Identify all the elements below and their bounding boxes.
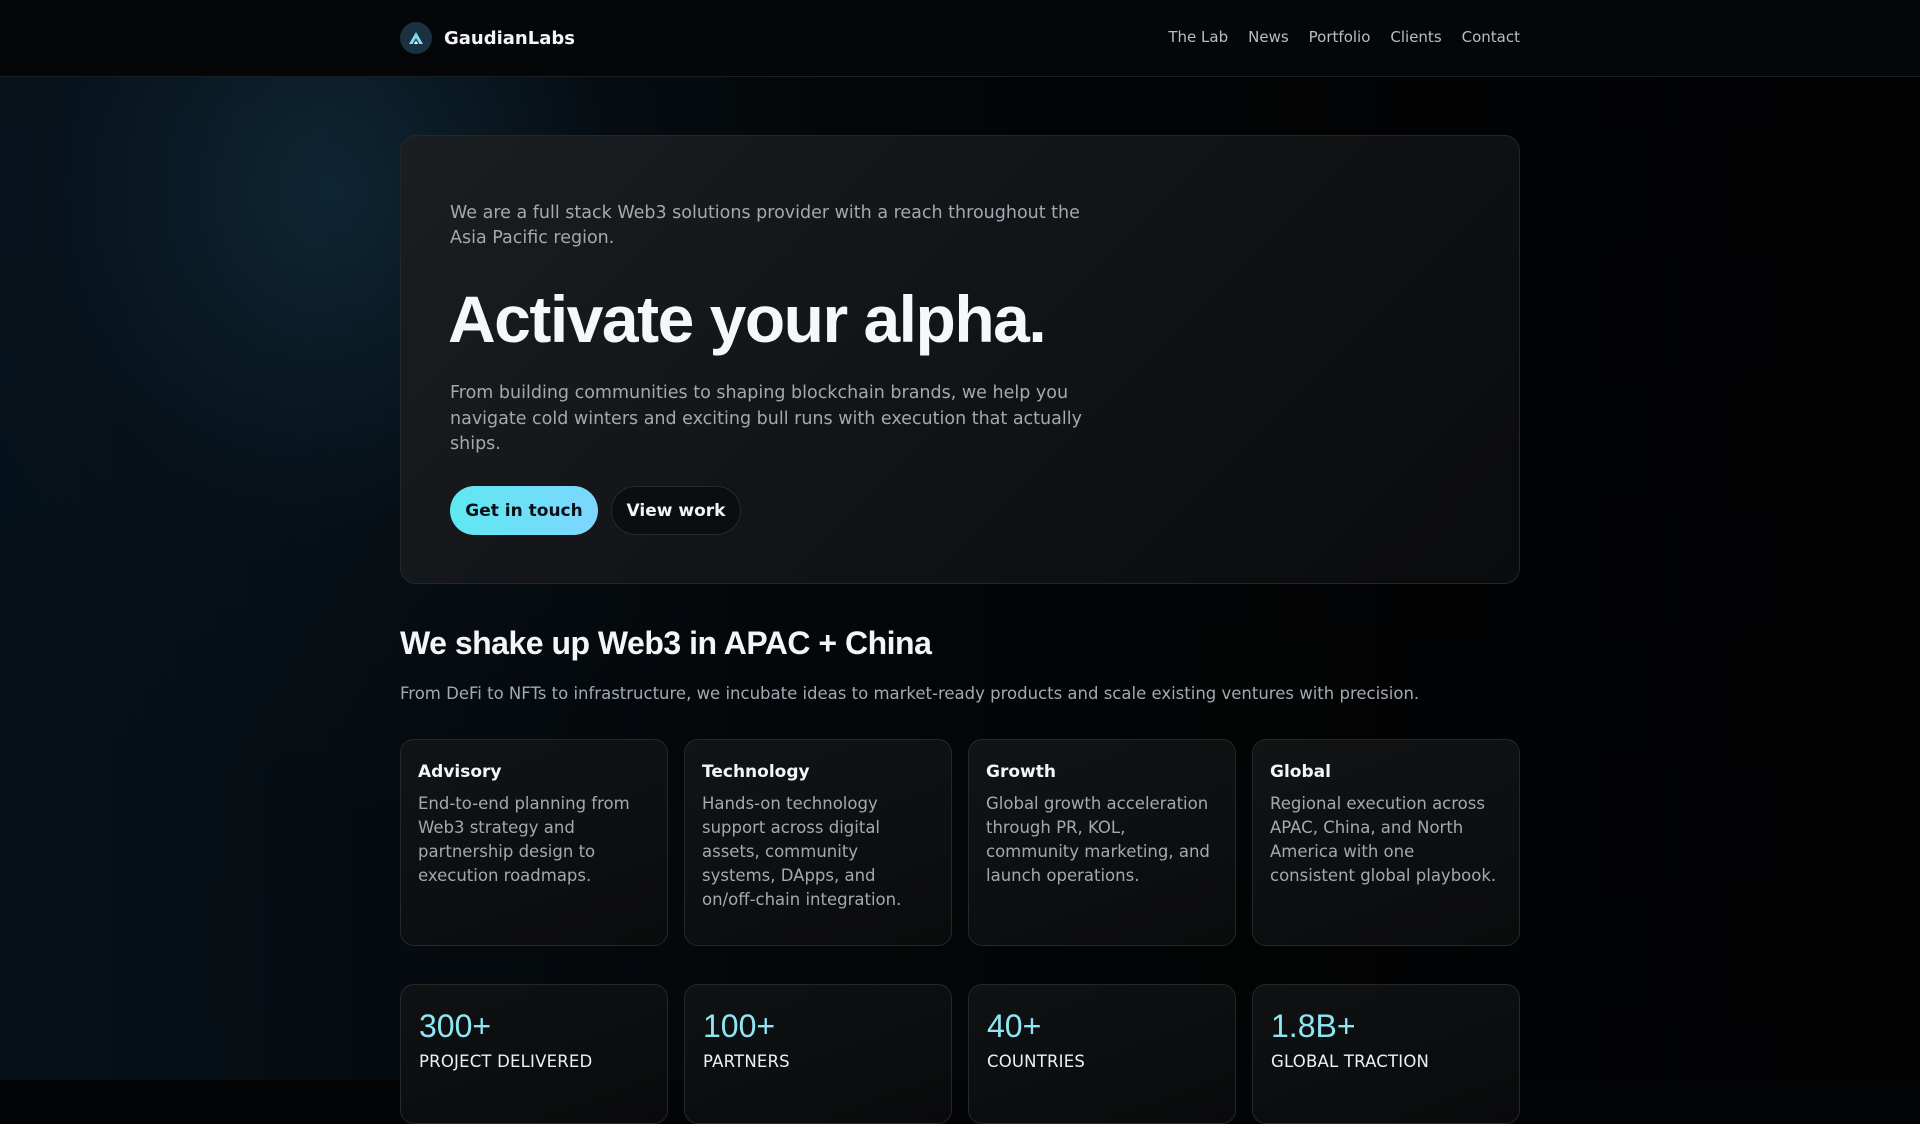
stat-card-countries: 40+ COUNTRIES: [968, 984, 1236, 1124]
service-card-advisory: Advisory End-to-end planning from Web3 s…: [400, 739, 668, 946]
nav-link-the-lab[interactable]: The Lab: [1168, 28, 1228, 46]
service-card-body: Global growth acceleration through PR, K…: [986, 794, 1210, 885]
mountain-peak-logo-icon: [400, 22, 432, 54]
service-card-technology: Technology Hands-on technology support a…: [684, 739, 952, 946]
hero-card: We are a full stack Web3 solutions provi…: [400, 135, 1520, 584]
view-work-button[interactable]: View work: [611, 486, 741, 535]
stat-label: PARTNERS: [703, 1052, 790, 1071]
main-nav: The Lab News Portfolio Clients Contact: [1168, 28, 1520, 46]
nav-link-contact[interactable]: Contact: [1462, 28, 1520, 46]
stat-card-traction: 1.8B+ GLOBAL TRACTION: [1252, 984, 1520, 1124]
stat-card-projects: 300+ PROJECT DELIVERED: [400, 984, 668, 1124]
stat-label: COUNTRIES: [987, 1052, 1086, 1071]
service-card-body: Hands-on technology support across digit…: [702, 794, 902, 909]
service-card-body: Regional execution across APAC, China, a…: [1270, 794, 1497, 885]
service-card-title: Growth: [986, 762, 1056, 782]
service-card-title: Global: [1270, 762, 1331, 782]
hero-title: Activate your alpha.: [448, 282, 1047, 356]
hero-intro-text: We are a full stack Web3 solutions provi…: [450, 203, 1080, 248]
get-in-touch-button[interactable]: Get in touch: [450, 486, 598, 535]
stat-card-partners: 100+ PARTNERS: [684, 984, 952, 1124]
section-title: We shake up Web3 in APAC + China: [400, 625, 932, 661]
hero-description: From building communities to shaping blo…: [450, 383, 1082, 454]
service-card-title: Technology: [702, 762, 810, 782]
section-subtitle: From DeFi to NFTs to infrastructure, we …: [400, 684, 1420, 703]
top-navbar: GaudianLabs The Lab News Portfolio Clien…: [0, 0, 1920, 77]
service-card-growth: Growth Global growth acceleration throug…: [968, 739, 1236, 946]
stat-value: 1.8B+: [1271, 1008, 1356, 1044]
nav-link-clients[interactable]: Clients: [1390, 28, 1441, 46]
stat-label: GLOBAL TRACTION: [1271, 1052, 1430, 1071]
brand-home-link[interactable]: GaudianLabs: [400, 22, 575, 54]
stat-value: 100+: [703, 1008, 776, 1044]
service-card-body: End-to-end planning from Web3 strategy a…: [418, 794, 630, 885]
service-card-global: Global Regional execution across APAC, C…: [1252, 739, 1520, 946]
brand-name: GaudianLabs: [444, 27, 575, 49]
service-card-title: Advisory: [418, 762, 502, 782]
nav-link-news[interactable]: News: [1248, 28, 1289, 46]
stat-value: 40+: [987, 1008, 1042, 1044]
stat-label: PROJECT DELIVERED: [419, 1052, 593, 1071]
stat-value: 300+: [419, 1008, 492, 1044]
nav-link-portfolio[interactable]: Portfolio: [1309, 28, 1371, 46]
